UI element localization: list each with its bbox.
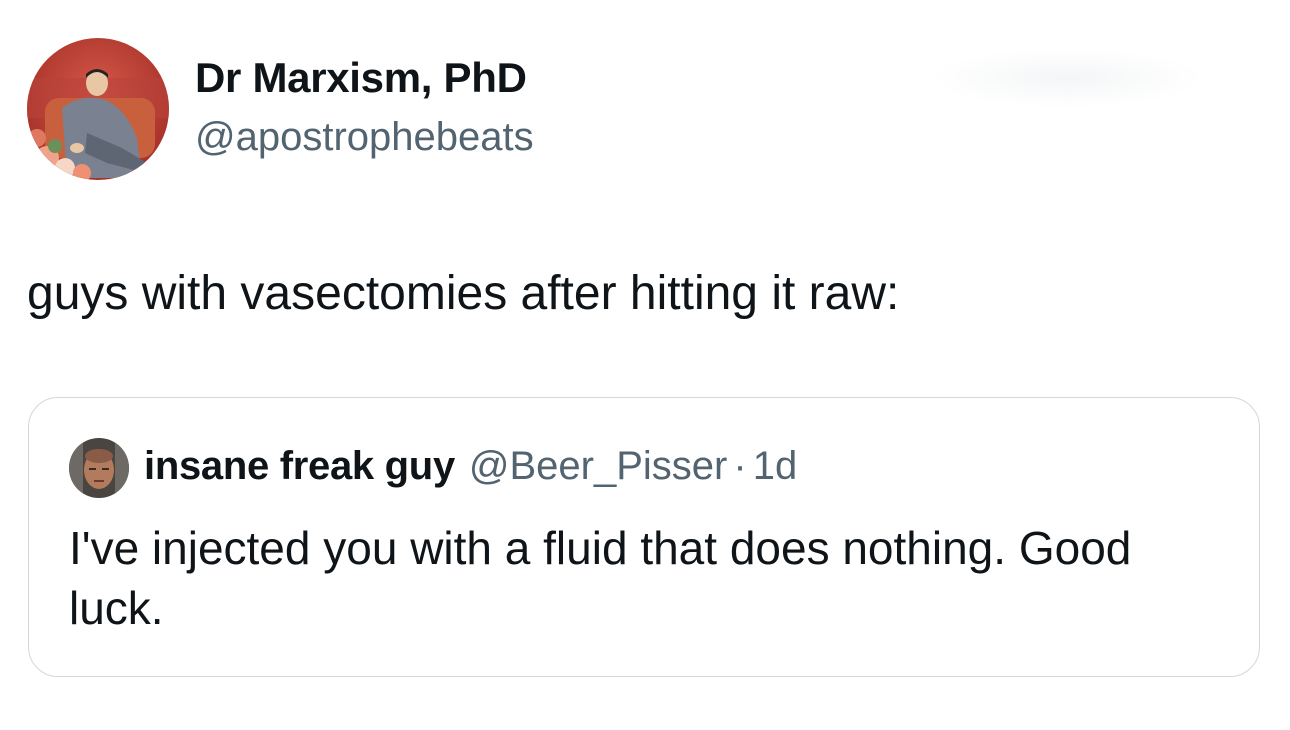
quoted-author-avatar[interactable]	[69, 438, 129, 498]
quoted-author-name[interactable]: insane freak guy	[144, 444, 455, 489]
author-avatar[interactable]	[27, 38, 169, 180]
quoted-tweet-text: I've injected you with a fluid that does…	[69, 522, 1132, 634]
portrait-avatar-icon	[27, 38, 169, 180]
quoted-tweet-timestamp[interactable]: 1d	[753, 444, 798, 489]
quoted-tweet-header: insane freak guy @Beer_Pisser · 1d	[144, 444, 797, 489]
quoted-tweet-card[interactable]: insane freak guy @Beer_Pisser · 1d I've …	[28, 397, 1260, 677]
quoted-author-handle[interactable]: @Beer_Pisser	[469, 444, 727, 489]
author-display-name[interactable]: Dr Marxism, PhD	[195, 54, 527, 102]
separator-dot: ·	[733, 444, 747, 488]
tweet-text: guys with vasectomies after hitting it r…	[27, 267, 900, 320]
face-avatar-icon	[69, 438, 129, 498]
more-options-button[interactable]	[930, 48, 1205, 108]
author-handle[interactable]: @apostrophebeats	[195, 115, 534, 160]
tweet-container: Dr Marxism, PhD @apostrophebeats guys wi…	[0, 0, 1290, 730]
